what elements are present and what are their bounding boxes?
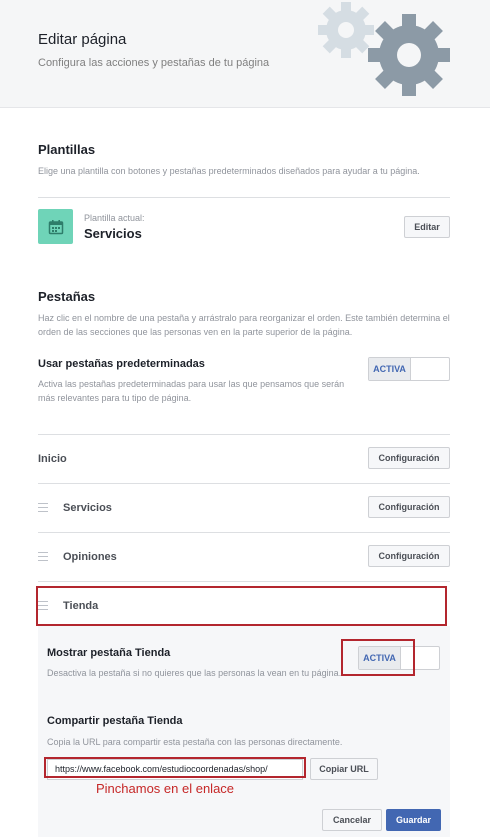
drag-handle-icon[interactable] bbox=[38, 552, 48, 564]
template-icon bbox=[38, 209, 73, 244]
tabs-title: Pestañas bbox=[38, 289, 96, 304]
divider bbox=[38, 483, 450, 484]
share-shop-label: Compartir pestaña Tienda bbox=[47, 715, 183, 727]
copy-url-button[interactable]: Copiar URL bbox=[310, 758, 378, 780]
divider bbox=[38, 581, 450, 582]
edit-template-button[interactable]: Editar bbox=[404, 216, 450, 238]
default-tabs-label: Usar pestañas predeterminadas bbox=[38, 358, 205, 370]
default-tabs-description: Activa las pestañas predeterminadas para… bbox=[38, 379, 345, 403]
calendar-icon bbox=[48, 219, 63, 234]
current-template-label: Plantilla actual: bbox=[84, 213, 145, 223]
opiniones-settings-button[interactable]: Configuración bbox=[368, 545, 450, 567]
highlight-tienda-row bbox=[36, 586, 447, 626]
tabs-description: Haz clic en el nombre de una pestaña y a… bbox=[38, 313, 450, 337]
inicio-settings-button[interactable]: Configuración bbox=[368, 447, 450, 469]
page-title: Editar página bbox=[38, 31, 127, 48]
drag-handle-icon[interactable] bbox=[38, 503, 48, 515]
templates-description: Elige una plantilla con botones y pestañ… bbox=[38, 166, 420, 176]
page-header: Editar página Configura las acciones y p… bbox=[0, 0, 490, 108]
toggle-on-label: ACTIVA bbox=[369, 358, 411, 380]
show-shop-description: Desactiva la pestaña si no quieres que l… bbox=[47, 668, 342, 678]
tab-item-inicio[interactable]: Inicio bbox=[38, 453, 67, 465]
highlight-url bbox=[44, 757, 306, 778]
annotation-text: Pinchamos en el enlace bbox=[96, 781, 235, 796]
divider bbox=[38, 532, 450, 533]
default-tabs-toggle[interactable]: ACTIVA bbox=[368, 357, 450, 381]
gear-icon bbox=[368, 14, 450, 96]
tab-item-opiniones[interactable]: Opiniones bbox=[63, 551, 117, 563]
share-shop-description: Copia la URL para compartir esta pestaña… bbox=[47, 737, 343, 747]
show-shop-label: Mostrar pestaña Tienda bbox=[47, 647, 171, 659]
current-template-value: Servicios bbox=[84, 226, 142, 241]
page-subtitle: Configura las acciones y pestañas de tu … bbox=[38, 57, 270, 69]
save-button[interactable]: Guardar bbox=[386, 809, 441, 831]
highlight-toggle bbox=[341, 639, 415, 676]
tab-item-servicios[interactable]: Servicios bbox=[63, 502, 112, 514]
servicios-settings-button[interactable]: Configuración bbox=[368, 496, 450, 518]
cancel-button[interactable]: Cancelar bbox=[322, 809, 382, 831]
divider bbox=[38, 434, 450, 435]
divider bbox=[38, 197, 450, 198]
templates-title: Plantillas bbox=[38, 142, 96, 157]
